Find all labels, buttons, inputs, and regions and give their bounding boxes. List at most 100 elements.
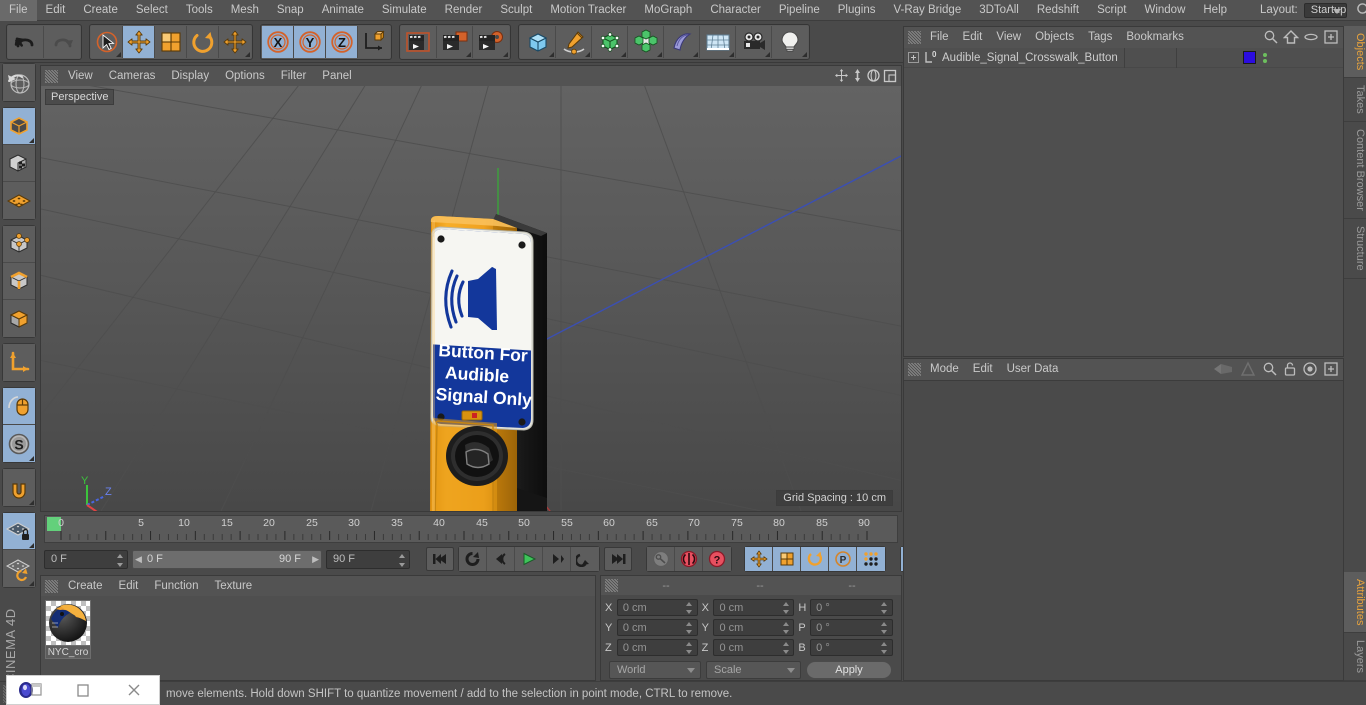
dock-tab-objects[interactable]: Objects xyxy=(1344,26,1366,79)
rot-h-field[interactable]: 0 ° xyxy=(810,599,893,616)
menu-item-snap[interactable]: Snap xyxy=(268,0,313,21)
panel-grip-icon[interactable] xyxy=(45,69,58,83)
spinner-icon[interactable] xyxy=(686,622,693,634)
menu-item-mograph[interactable]: MoGraph xyxy=(635,0,701,21)
object-menu-edit[interactable]: Edit xyxy=(956,27,990,48)
viewport-menu-cameras[interactable]: Cameras xyxy=(101,66,164,86)
add-light-button[interactable] xyxy=(772,25,808,58)
loop-forward-button[interactable] xyxy=(571,547,599,571)
object-color-swatch[interactable] xyxy=(1243,51,1256,64)
object-search-icon[interactable] xyxy=(1263,29,1279,45)
viewport-menu-options[interactable]: Options xyxy=(217,66,273,86)
menu-item-file[interactable]: File xyxy=(0,0,37,21)
object-menu-tags[interactable]: Tags xyxy=(1081,27,1119,48)
dock-tab-content-browser[interactable]: Content Browser xyxy=(1344,122,1366,219)
step-back-button[interactable] xyxy=(487,547,515,571)
material-thumbnail[interactable] xyxy=(45,600,91,646)
edges-mode-button[interactable] xyxy=(3,263,35,300)
menu-item-animate[interactable]: Animate xyxy=(313,0,373,21)
taskbar-minimize-icon[interactable] xyxy=(66,676,100,704)
pos-z-field[interactable]: 0 cm xyxy=(616,639,698,656)
redo-button[interactable] xyxy=(44,25,80,58)
play-reverse-loop-button[interactable] xyxy=(459,547,487,571)
size-x-field[interactable]: 0 cm xyxy=(713,599,795,616)
soft-selection-button[interactable]: S xyxy=(3,425,35,462)
enable-snapping-button[interactable] xyxy=(3,469,35,506)
object-menu-objects[interactable]: Objects xyxy=(1028,27,1081,48)
menu-item-mesh[interactable]: Mesh xyxy=(222,0,268,21)
attribute-manager-body[interactable] xyxy=(904,380,1343,680)
keyframe-selection-button[interactable]: ? xyxy=(703,547,731,571)
object-visibility-dots[interactable] xyxy=(1263,52,1267,63)
lock-y-axis[interactable]: Y xyxy=(294,25,326,58)
apply-button[interactable]: Apply xyxy=(806,661,892,679)
viewport-menu-view[interactable]: View xyxy=(60,66,101,86)
object-tree[interactable]: 0 Audible_Signal_Crosswalk_Button xyxy=(904,48,1343,68)
scale-tool[interactable] xyxy=(155,25,187,58)
material-menu-create[interactable]: Create xyxy=(60,576,111,596)
viewport-menu-display[interactable]: Display xyxy=(163,66,217,86)
size-y-field[interactable]: 0 cm xyxy=(713,619,795,636)
record-active-objects-button[interactable] xyxy=(675,547,703,571)
planar-workplane-button[interactable] xyxy=(3,550,35,587)
texture-mode-button[interactable] xyxy=(3,145,35,182)
spinner-icon[interactable] xyxy=(686,642,693,654)
object-expand-icon[interactable] xyxy=(1323,29,1339,45)
menu-item-render[interactable]: Render xyxy=(436,0,492,21)
add-deformer-button[interactable] xyxy=(664,25,700,58)
make-editable-button[interactable] xyxy=(3,108,35,145)
panel-grip-icon[interactable] xyxy=(605,579,618,592)
spinner-icon[interactable] xyxy=(881,622,888,634)
menu-item-script[interactable]: Script xyxy=(1088,0,1135,21)
attr-lock-icon[interactable] xyxy=(1283,361,1297,377)
menu-item-sculpt[interactable]: Sculpt xyxy=(491,0,541,21)
timeline-ruler[interactable]: 0 5 10 15 20 25 30 35 40 45 50 55 60 65 … xyxy=(44,515,898,543)
key-parameter-button[interactable]: P xyxy=(829,547,857,571)
menu-item-create[interactable]: Create xyxy=(74,0,127,21)
spinner-icon[interactable] xyxy=(686,602,693,614)
spinner-icon[interactable] xyxy=(116,553,123,567)
panel-grip-icon[interactable] xyxy=(908,363,921,376)
preview-range-bar[interactable]: ◀ 0 F 90 F ▶ xyxy=(132,549,322,569)
taskbar-close-icon[interactable] xyxy=(117,676,151,704)
add-environment-button[interactable] xyxy=(700,25,736,58)
spinner-icon[interactable] xyxy=(881,602,888,614)
taskbar-app-icon[interactable] xyxy=(15,676,49,704)
viewport-dolly-icon[interactable] xyxy=(851,68,864,83)
menu-item-redshift[interactable]: Redshift xyxy=(1028,0,1088,21)
crosswalk-button-model[interactable]: Button For Audible Signal Only xyxy=(41,86,901,511)
attr-menu-mode[interactable]: Mode xyxy=(923,359,966,380)
add-camera-button[interactable] xyxy=(736,25,772,58)
key-pla-button[interactable] xyxy=(857,547,885,571)
add-spline-button[interactable] xyxy=(556,25,592,58)
dock-tab-layers[interactable]: Layers xyxy=(1344,632,1366,681)
panel-grip-icon[interactable] xyxy=(908,31,921,44)
menu-item-select[interactable]: Select xyxy=(127,0,177,21)
attr-search-icon[interactable] xyxy=(1262,361,1278,377)
object-ellipse-icon[interactable] xyxy=(1303,29,1319,45)
menu-item-3dtoall[interactable]: 3DToAll xyxy=(970,0,1028,21)
menu-item-simulate[interactable]: Simulate xyxy=(373,0,436,21)
spinner-icon[interactable] xyxy=(881,642,888,654)
spinner-icon[interactable] xyxy=(398,553,405,567)
menu-item-edit[interactable]: Edit xyxy=(37,0,75,21)
spinner-icon[interactable] xyxy=(782,602,789,614)
polygons-mode-button[interactable] xyxy=(3,300,35,337)
dock-tab-takes[interactable]: Takes xyxy=(1344,78,1366,123)
dynamic-place-tool[interactable] xyxy=(219,25,251,58)
render-to-picture-viewer-button[interactable] xyxy=(437,25,473,58)
live-selection-tool[interactable] xyxy=(91,25,123,58)
move-tool[interactable] xyxy=(123,25,155,58)
menu-item-pipeline[interactable]: Pipeline xyxy=(770,0,829,21)
size-z-field[interactable]: 0 cm xyxy=(713,639,795,656)
render-settings-button[interactable] xyxy=(473,25,509,58)
menu-item-window[interactable]: Window xyxy=(1135,0,1194,21)
material-menu-texture[interactable]: Texture xyxy=(206,576,260,596)
autokeying-button[interactable] xyxy=(647,547,675,571)
attr-menu-edit[interactable]: Edit xyxy=(966,359,1000,380)
key-rotation-button[interactable] xyxy=(801,547,829,571)
rot-b-field[interactable]: 0 ° xyxy=(810,639,893,656)
lock-z-axis[interactable]: Z xyxy=(326,25,358,58)
panel-grip-icon[interactable] xyxy=(45,579,58,593)
menu-item-tools[interactable]: Tools xyxy=(177,0,222,21)
